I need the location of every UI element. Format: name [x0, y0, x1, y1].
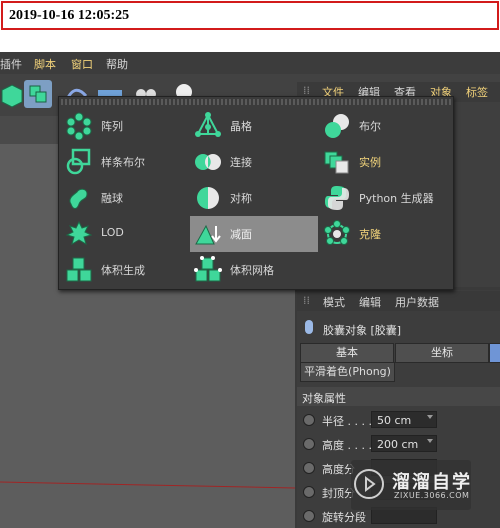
generator-tool-icon[interactable]	[24, 80, 52, 108]
menu-item-instance[interactable]: 实例	[319, 144, 451, 180]
timestamp-box: 2019-10-16 12:05:25	[1, 1, 499, 30]
tab-coord[interactable]: 坐标	[395, 343, 489, 363]
radius-field[interactable]: 50 cm	[371, 411, 437, 428]
generator-popup-menu: 阵列 样条布尔 融球 LOD 体积生成 晶格 连接 对称 减面 体积网格 布尔	[58, 96, 454, 290]
python-generator-icon	[325, 186, 349, 210]
menu-item-volume-mesher[interactable]: 体积网格	[190, 252, 318, 288]
menu-item-python-generator[interactable]: Python 生成器	[319, 180, 451, 216]
instance-icon	[324, 151, 349, 174]
menu-item-label: 体积网格	[230, 264, 274, 277]
spacer	[0, 32, 500, 52]
menu-window[interactable]: 窗口	[71, 56, 93, 72]
volume-mesher-icon	[194, 256, 222, 282]
cap-seg-animate-toggle[interactable]	[303, 486, 315, 498]
watermark-logo-icon	[354, 469, 384, 499]
menu-item-label: 克隆	[359, 228, 381, 241]
menu-item-polygon-reduction[interactable]: 减面	[190, 216, 318, 252]
section-title: 对象属性	[302, 392, 346, 405]
atom-array-icon	[195, 112, 221, 137]
symmetry-icon	[197, 187, 219, 209]
height-value: 200 cm	[377, 438, 419, 451]
menu-item-label: LOD	[101, 226, 124, 239]
volume-builder-icon	[66, 257, 92, 282]
boole-icon	[325, 114, 349, 138]
menu-item-label: 晶格	[230, 120, 252, 133]
menu-help[interactable]: 帮助	[106, 56, 128, 72]
height-seg-animate-toggle[interactable]	[303, 462, 315, 474]
am-menu-mode[interactable]: 模式	[323, 294, 345, 310]
popup-grip[interactable]	[61, 99, 451, 105]
menu-plugins[interactable]: 插件	[0, 56, 22, 72]
capsule-icon	[305, 320, 313, 334]
rotation-seg-animate-toggle[interactable]	[303, 510, 315, 522]
height-field[interactable]: 200 cm	[371, 435, 437, 452]
metaball-icon	[69, 188, 88, 209]
spinner-icon[interactable]	[427, 439, 433, 443]
menu-item-label: 减面	[230, 228, 252, 241]
menu-item-label: 阵列	[101, 120, 123, 133]
cloner-icon	[324, 220, 350, 245]
menu-item-label: 样条布尔	[101, 156, 145, 169]
radius-label: 半径 . . . .	[322, 415, 372, 428]
menu-item-label: Python 生成器	[359, 192, 434, 205]
menu-item-boole[interactable]: 布尔	[319, 108, 451, 144]
menu-item-label: 实例	[359, 156, 381, 169]
menu-item-lod[interactable]: LOD	[61, 216, 189, 252]
radius-value: 50 cm	[377, 414, 412, 427]
am-menu-userdata[interactable]: 用户数据	[395, 294, 439, 310]
lod-icon	[65, 220, 93, 246]
menu-item-metaball[interactable]: 融球	[61, 180, 189, 216]
timestamp-text: 2019-10-16 12:05:25	[9, 8, 130, 23]
menubar: 插件 脚本 窗口 帮助	[0, 52, 500, 74]
radius-animate-toggle[interactable]	[303, 414, 315, 426]
height-animate-toggle[interactable]	[303, 438, 315, 450]
menu-item-array[interactable]: 阵列	[61, 108, 189, 144]
rotation-segments-label: 旋转分段	[322, 511, 366, 524]
menu-item-label: 布尔	[359, 120, 381, 133]
polygon-reduction-icon	[195, 224, 221, 245]
array-icon	[66, 112, 92, 140]
timestamp-bar: 2019-10-16 12:05:25	[0, 0, 500, 32]
menu-item-label: 连接	[230, 156, 252, 169]
menu-item-atom-array[interactable]: 晶格	[190, 108, 318, 144]
menu-item-volume-builder[interactable]: 体积生成	[61, 252, 189, 288]
menu-item-label: 对称	[230, 192, 252, 205]
spinner-icon[interactable]	[427, 415, 433, 419]
height-label: 高度 . . . .	[322, 439, 372, 452]
object-title: 胶囊对象 [胶囊]	[323, 324, 402, 337]
om-menu-tags[interactable]: 标签	[466, 84, 488, 100]
menu-item-symmetry[interactable]: 对称	[190, 180, 318, 216]
watermark-subtitle: ZIXUE.3066.COM	[394, 491, 470, 500]
tab-object-active[interactable]	[489, 343, 500, 363]
axis-line	[0, 481, 295, 489]
spline-boole-icon	[66, 148, 91, 175]
menu-item-spline-boole[interactable]: 样条布尔	[61, 144, 189, 180]
menu-script[interactable]: 脚本	[34, 56, 56, 72]
menu-item-cloner[interactable]: 克隆	[319, 216, 451, 252]
connect-icon	[195, 154, 221, 170]
tab-basic[interactable]: 基本	[300, 343, 394, 363]
menu-item-label: 体积生成	[101, 264, 145, 277]
menu-item-label: 融球	[101, 192, 123, 205]
am-menu-edit[interactable]: 编辑	[359, 294, 381, 310]
tab-phong[interactable]: 平滑着色(Phong)	[300, 362, 395, 382]
menu-item-connect[interactable]: 连接	[190, 144, 318, 180]
grip-icon: ⁞⁞	[303, 294, 310, 307]
